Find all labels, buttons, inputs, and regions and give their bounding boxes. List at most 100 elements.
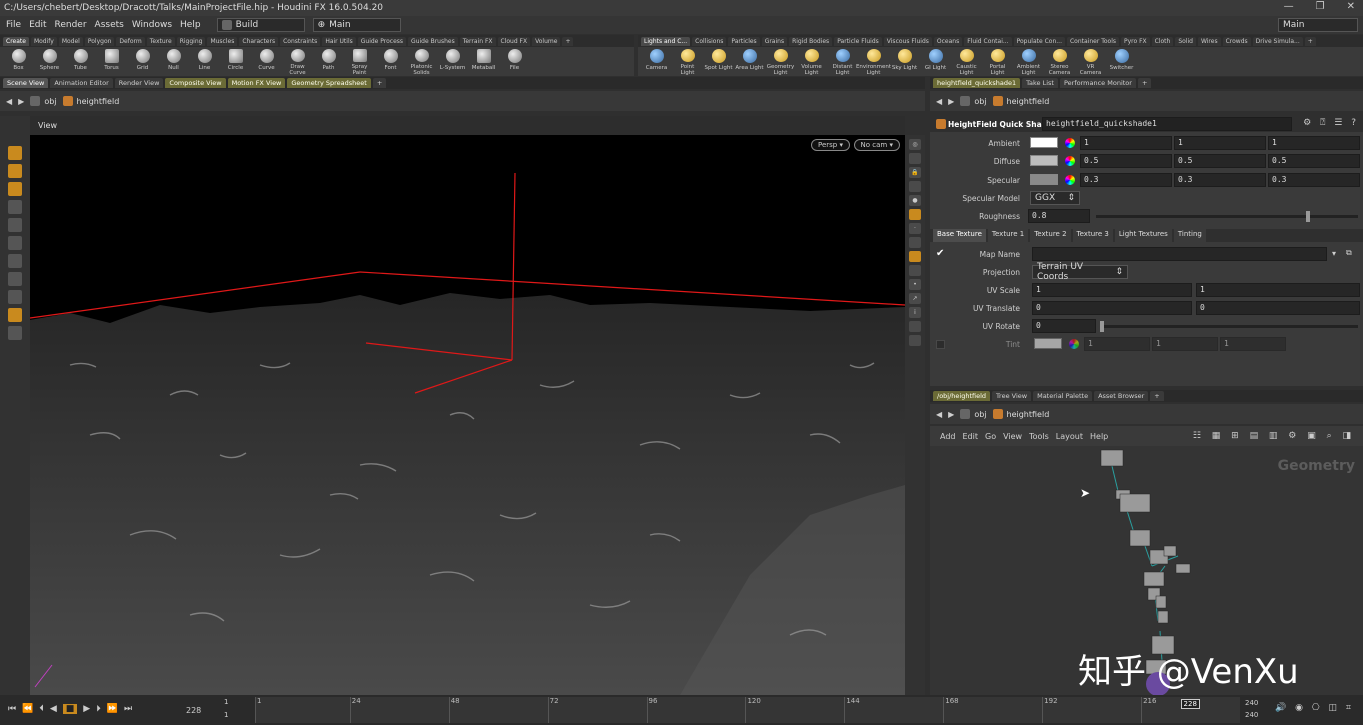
end-frame-field-2[interactable]: 240 xyxy=(1245,711,1258,719)
shelf-left-tab[interactable]: Characters xyxy=(239,36,279,46)
shelf-tool-caustic-light[interactable]: Caustic Light xyxy=(952,47,981,76)
shelf-tool-file[interactable]: File xyxy=(500,47,529,76)
right-context-select[interactable]: Main xyxy=(1278,18,1358,32)
shelf-tool-portal-light[interactable]: Portal Light xyxy=(983,47,1012,76)
shelf-right-tab[interactable]: Viscous Fluids xyxy=(883,36,932,46)
grid-icon[interactable] xyxy=(909,265,921,276)
net-menu-tools[interactable]: Tools xyxy=(1029,432,1049,441)
snap-point-icon[interactable] xyxy=(909,321,921,332)
camera-view-icon[interactable] xyxy=(909,251,921,262)
shelf-right-tab[interactable]: Crowds xyxy=(1222,36,1251,46)
go-end-icon[interactable]: ⏭ xyxy=(124,704,132,714)
shelf-tool-switcher[interactable]: Switcher xyxy=(1107,47,1136,76)
tab-render-view[interactable]: Render View xyxy=(114,78,164,88)
uv-translate-u[interactable]: 0 xyxy=(1032,301,1192,315)
tab-asset-browser[interactable]: Asset Browser xyxy=(1094,391,1149,401)
tab-take-list[interactable]: Take List xyxy=(1022,78,1058,88)
shelf-tool-path[interactable]: Path xyxy=(314,47,343,76)
minimize-button[interactable]: — xyxy=(1284,1,1294,12)
arrow-icon[interactable]: ↗ xyxy=(909,293,921,304)
shelf-left-tab[interactable]: Guide Brushes xyxy=(408,36,458,46)
tint-swatch[interactable] xyxy=(1034,338,1062,349)
shelf-right-tab[interactable]: Rigid Bodies xyxy=(789,36,833,46)
tab-composite-view[interactable]: Composite View xyxy=(165,78,226,88)
shelf-left-tab[interactable]: Hair Utils xyxy=(322,36,356,46)
add-shelf-tab-button[interactable]: + xyxy=(562,36,574,46)
shelf-right-tab[interactable]: Fluid Contai... xyxy=(964,36,1012,46)
snap-icon[interactable] xyxy=(8,272,22,286)
shelf-tool-spray-paint[interactable]: Spray Paint xyxy=(345,47,374,76)
pose-tool-icon[interactable] xyxy=(8,200,22,214)
add-shelf-tab-button[interactable]: + xyxy=(1304,36,1316,46)
shelf-tool-stereo-camera[interactable]: Stereo Camera xyxy=(1045,47,1074,76)
tab-scene-view[interactable]: Scene View xyxy=(3,78,49,88)
back-icon[interactable]: ◀ xyxy=(936,410,942,419)
tab-material-palette[interactable]: Material Palette xyxy=(1033,391,1093,401)
ambient-r[interactable]: 1 xyxy=(1080,136,1172,150)
shelf-tool-vr-camera[interactable]: VR Camera xyxy=(1076,47,1105,76)
color-wheel-icon[interactable] xyxy=(1065,138,1075,148)
uv-translate-v[interactable]: 0 xyxy=(1196,301,1360,315)
shelf-left-tab[interactable]: Volume xyxy=(532,36,561,46)
tab-motion-fx-view[interactable]: Motion FX View xyxy=(227,78,286,88)
path-heightfield[interactable]: heightfield xyxy=(992,409,1049,419)
step-back-icon[interactable]: ⏴ xyxy=(39,704,44,714)
uv-rotate-slider[interactable] xyxy=(1100,321,1358,332)
shelf-tool-grid[interactable]: Grid xyxy=(128,47,157,76)
go-start-icon[interactable]: ⏮ xyxy=(8,704,16,714)
shelf-tool-null[interactable]: Null xyxy=(159,47,188,76)
shelf-tool-tube[interactable]: Tube xyxy=(66,47,95,76)
net-menu-go[interactable]: Go xyxy=(985,432,996,441)
shelf-right-tab[interactable]: Collisions xyxy=(692,36,727,46)
shelf-tool-spot-light[interactable]: Spot Light xyxy=(704,47,733,76)
shelf-tool-volume-light[interactable]: Volume Light xyxy=(797,47,826,76)
play-icon[interactable]: ▶ xyxy=(83,704,90,714)
shelf-right-tab[interactable]: Populate Con... xyxy=(1013,36,1065,46)
shelf-tool-metaball[interactable]: Metaball xyxy=(469,47,498,76)
info-icon[interactable]: i xyxy=(909,307,921,318)
scale-icon[interactable] xyxy=(909,335,921,346)
shelf-tool-curve[interactable]: Curve xyxy=(252,47,281,76)
shelf-tool-sky-light[interactable]: Sky Light xyxy=(890,47,919,76)
shelf-right-tab[interactable]: Drive Simula... xyxy=(1252,36,1303,46)
shelf-left-tab[interactable]: Texture xyxy=(146,36,175,46)
path-obj[interactable]: obj xyxy=(960,96,987,106)
specular-g[interactable]: 0.3 xyxy=(1174,173,1266,187)
ghost-icon[interactable] xyxy=(909,153,921,164)
uv-scale-u[interactable]: 1 xyxy=(1032,283,1192,297)
timeline-ruler[interactable]: 1 24 48 72 96 120 144 168 192 216 228 xyxy=(255,697,1240,723)
net-menu-edit[interactable]: Edit xyxy=(963,432,979,441)
tab-performance-monitor[interactable]: Performance Monitor xyxy=(1059,78,1136,88)
shelf-tool-platonic-solids[interactable]: Platonic Solids xyxy=(407,47,436,76)
stop-button[interactable]: ■ xyxy=(62,704,78,714)
tab-network-path[interactable]: /obj/heightfield xyxy=(933,391,991,401)
tint-r[interactable]: 1 xyxy=(1084,337,1150,351)
shelf-right-tab[interactable]: Cloth xyxy=(1151,36,1174,46)
roughness-slider-handle[interactable] xyxy=(1305,211,1310,222)
shelf-left-tab[interactable]: Deform xyxy=(116,36,145,46)
specular-b[interactable]: 0.3 xyxy=(1268,173,1360,187)
translate-tool-icon[interactable] xyxy=(8,218,22,232)
tab-geometry-spreadsheet[interactable]: Geometry Spreadsheet xyxy=(287,78,371,88)
color-wheel-icon[interactable] xyxy=(1065,175,1075,185)
shelf-right-tab[interactable]: Solid xyxy=(1175,36,1196,46)
ambient-b[interactable]: 1 xyxy=(1268,136,1360,150)
scale-tool-icon[interactable] xyxy=(8,254,22,268)
net-toolbar-icons[interactable]: ☷ ▦ ⊞ ▤ ▥ ⚙ ▣ ⌕ ◨ xyxy=(1193,431,1355,441)
tab-texture-3[interactable]: Texture 3 xyxy=(1072,229,1113,242)
shelf-tool-camera[interactable]: Camera xyxy=(642,47,671,76)
file-chooser-icon[interactable]: ⧉ xyxy=(1346,248,1352,258)
specular-model-select[interactable]: GGX ⇕ xyxy=(1030,191,1080,205)
play-reverse-icon[interactable]: ◀ xyxy=(50,704,57,714)
shading-icon[interactable]: ● xyxy=(909,195,921,206)
diffuse-g[interactable]: 0.5 xyxy=(1174,154,1266,168)
step-forward-icon[interactable]: ⏵ xyxy=(96,704,101,714)
scene-viewport[interactable]: Persp ▾ No cam ▾ xyxy=(30,135,905,695)
ambient-g[interactable]: 1 xyxy=(1174,136,1266,150)
shelf-tool-l-system[interactable]: L-System xyxy=(438,47,467,76)
end-frame-field[interactable]: 240 xyxy=(1245,699,1258,707)
ambient-swatch[interactable] xyxy=(1030,137,1058,148)
context-select[interactable]: ⊕ Main xyxy=(312,18,401,32)
menu-assets[interactable]: Assets xyxy=(95,20,124,30)
shelf-right-tab[interactable]: Pyro FX xyxy=(1121,36,1150,46)
